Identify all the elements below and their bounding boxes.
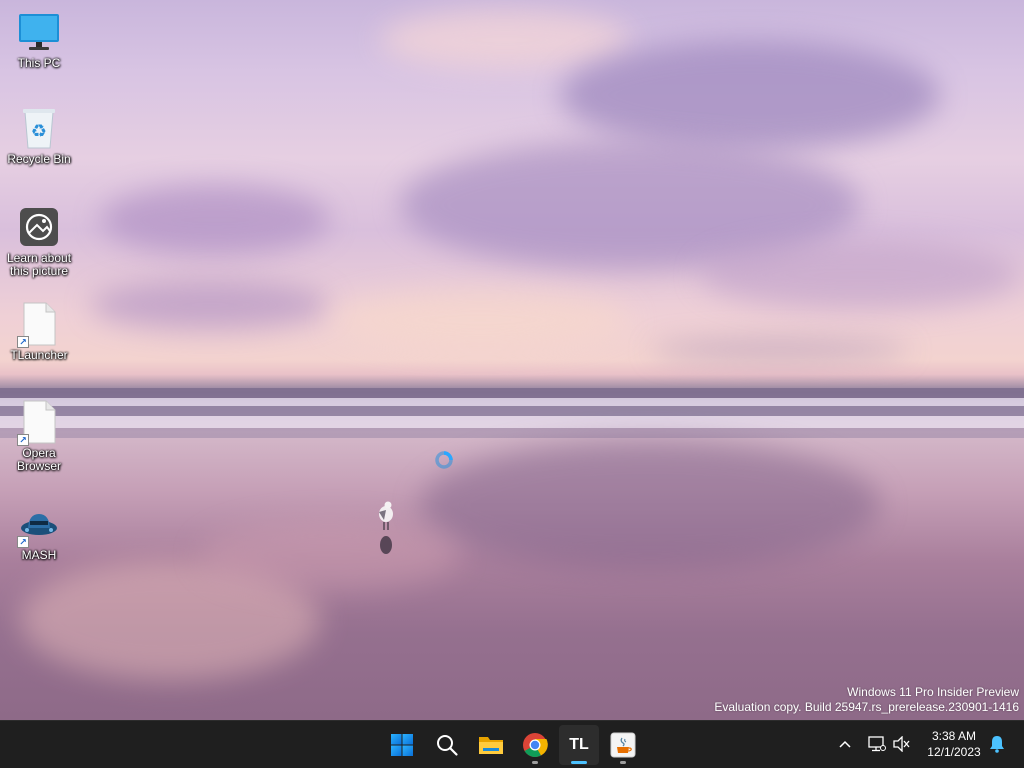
loading-cursor-icon xyxy=(435,451,453,469)
show-hidden-icons-button[interactable] xyxy=(834,733,856,755)
desktop-icon-this-pc[interactable]: This PC xyxy=(1,10,77,70)
horizon xyxy=(0,388,1024,398)
chrome-icon xyxy=(523,733,548,758)
svg-text:♻: ♻ xyxy=(31,121,47,142)
surf xyxy=(0,428,1024,438)
search-button[interactable] xyxy=(427,725,467,765)
network-status-button[interactable] xyxy=(866,733,888,755)
learn-picture-icon xyxy=(17,205,61,249)
running-indicator xyxy=(532,761,538,764)
reflection xyxy=(200,520,460,590)
desktop-icon-mash[interactable]: ↗ MASH xyxy=(1,502,77,562)
seagull xyxy=(379,501,393,554)
bell-icon xyxy=(990,736,1004,753)
tlauncher-icon: TL xyxy=(569,736,589,753)
desktop-icon-tlauncher[interactable]: ↗ TLauncher xyxy=(1,302,77,362)
cloud xyxy=(100,185,330,255)
evaluation-watermark: Windows 11 Pro Insider Preview Evaluatio… xyxy=(714,685,1019,715)
desktop-icon-label: MASH xyxy=(21,548,57,562)
folder-icon xyxy=(479,737,503,754)
cloud xyxy=(560,40,940,150)
file-shortcut-icon: ↗ xyxy=(17,302,61,348)
desktop-icon-label: Learn about this picture xyxy=(6,251,72,278)
windows-start-icon xyxy=(391,734,413,756)
shortcut-arrow-icon: ↗ xyxy=(17,336,29,348)
java-button[interactable] xyxy=(603,725,643,765)
surf xyxy=(0,416,1024,428)
desktop-icon-learn-about-picture[interactable]: Learn about this picture xyxy=(1,205,77,278)
cloud xyxy=(90,280,330,330)
surf xyxy=(0,406,1024,416)
mash-app-icon: ↗ xyxy=(17,502,61,548)
desktop-icon-label: Recycle Bin xyxy=(7,152,71,166)
reflection xyxy=(420,440,880,570)
surf xyxy=(0,398,1024,406)
desktop-icon-label: Opera Browser xyxy=(16,446,61,473)
volume-muted-icon xyxy=(893,736,910,752)
chrome-button[interactable] xyxy=(515,725,555,765)
cloud xyxy=(700,240,1020,310)
chevron-up-icon xyxy=(839,740,851,748)
shortcut-arrow-icon: ↗ xyxy=(17,536,29,548)
recycle-bin-icon: ♻ xyxy=(17,106,61,150)
cloud xyxy=(330,290,630,350)
clock-date: 12/1/2023 xyxy=(927,745,981,759)
java-icon xyxy=(610,732,636,758)
watermark-line-1: Windows 11 Pro Insider Preview xyxy=(847,685,1019,699)
notifications-button[interactable] xyxy=(986,733,1008,755)
taskbar: TL 3:38 AM 12/1/2023 xyxy=(0,720,1024,768)
search-icon xyxy=(437,735,458,756)
monitor-icon xyxy=(17,10,61,54)
file-explorer-button[interactable] xyxy=(471,725,511,765)
desktop-icon-recycle-bin[interactable]: ♻ Recycle Bin xyxy=(1,106,77,166)
running-indicator xyxy=(620,761,626,764)
desktop-icon-label: This PC xyxy=(17,56,61,70)
file-shortcut-icon: ↗ xyxy=(17,400,61,446)
desktop-icon-opera-browser[interactable]: ↗ Opera Browser xyxy=(1,400,77,473)
network-icon xyxy=(868,736,886,752)
watermark-line-2: Evaluation copy. Build 25947.rs_prerelea… xyxy=(714,700,1019,714)
volume-button[interactable] xyxy=(891,733,913,755)
cloud xyxy=(650,340,910,360)
clock-button[interactable]: 3:38 AM 12/1/2023 xyxy=(920,728,988,762)
desktop-wallpaper: This PC ♻ Recycle Bin Learn about this p… xyxy=(0,0,1024,720)
clock-time: 3:38 AM xyxy=(931,729,977,743)
cloud xyxy=(380,10,630,70)
active-indicator xyxy=(571,761,587,764)
shortcut-arrow-icon: ↗ xyxy=(17,434,29,446)
tlauncher-button[interactable]: TL xyxy=(559,725,599,765)
start-button[interactable] xyxy=(382,725,422,765)
desktop-icon-label: TLauncher xyxy=(10,348,68,362)
